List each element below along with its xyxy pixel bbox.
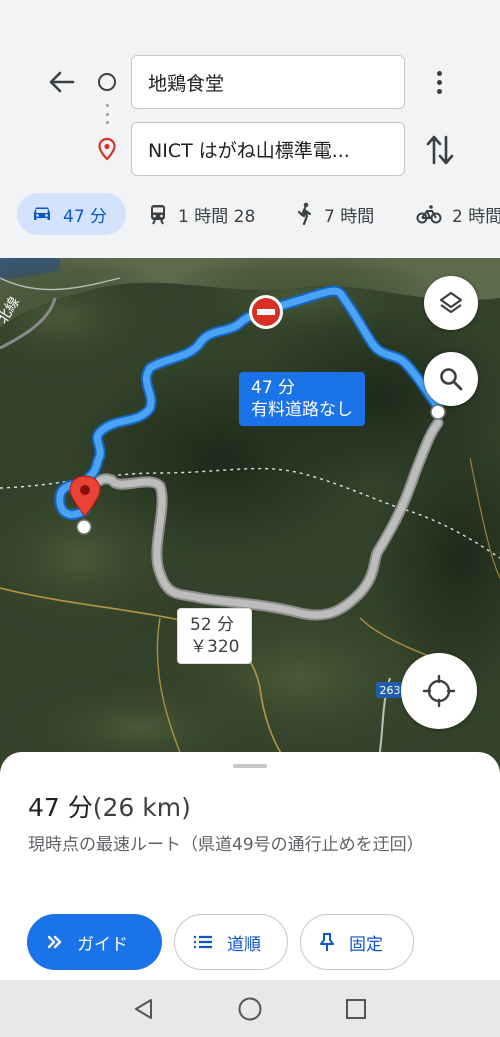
route-details-sheet: 47 分(26 km) 現時点の最速ルート（県道49号の通行止めを迂回） ガイド… — [0, 752, 500, 980]
sheet-drag-handle[interactable] — [233, 764, 267, 768]
crosshair-icon — [422, 674, 456, 708]
origin-input[interactable]: 地鶏食堂 — [131, 55, 405, 109]
double-chevron-icon — [47, 935, 62, 949]
bicycle-icon — [416, 205, 442, 224]
nav-back-icon[interactable] — [130, 996, 156, 1022]
walk-icon — [297, 202, 312, 226]
route-callout-time: 47 分 — [251, 378, 296, 398]
route-callout-note: 有料道路なし — [251, 400, 353, 420]
route-callout-primary[interactable]: 47 分 有料道路なし — [239, 372, 365, 426]
road-closure-icon[interactable] — [249, 295, 283, 329]
pushpin-icon — [320, 933, 334, 951]
search-icon — [440, 368, 463, 391]
route-distance: (26 km) — [92, 793, 191, 822]
route-duration: 47 分 — [28, 793, 93, 822]
guide-button[interactable]: ガイド — [27, 914, 162, 970]
tab-walk-label: 7 時間 — [324, 206, 375, 227]
directions-panel: 地鶏食堂 NICT はがね山標準電... 47 分 1 時間 28 7 時間 2… — [0, 0, 500, 258]
steps-button[interactable]: 道順 — [174, 914, 288, 970]
route-description: 現時点の最速ルート（県道49号の通行止めを迂回） — [28, 835, 424, 855]
train-icon — [151, 205, 165, 225]
system-navigation-bar — [0, 980, 500, 1037]
pin-button-label: 固定 — [349, 934, 383, 955]
alt-callout-time: 52 分 — [190, 615, 235, 635]
car-icon — [34, 207, 50, 220]
route-connector-dots — [104, 104, 110, 124]
tab-bike[interactable]: 2 時間 — [416, 193, 500, 235]
tab-walk[interactable]: 7 時間 — [296, 193, 374, 235]
satellite-map[interactable]: 北線 47 分 有料道路なし 52 分 ￥320 263 — [0, 258, 500, 778]
pin-button[interactable]: 固定 — [300, 914, 414, 970]
route-actions: ガイド 道順 固定 — [27, 914, 487, 970]
nav-recents-icon[interactable] — [343, 996, 369, 1022]
list-icon — [194, 935, 212, 949]
destination-pin-icon — [96, 137, 118, 161]
tab-drive-label: 47 分 — [63, 206, 108, 227]
tab-bike-label: 2 時間 — [452, 206, 500, 227]
alt-callout-toll: ￥320 — [190, 637, 240, 657]
route-summary: 47 分(26 km) — [28, 788, 191, 824]
tab-drive[interactable]: 47 分 — [17, 193, 126, 235]
route-callout-alternative[interactable]: 52 分 ￥320 — [177, 608, 253, 664]
layers-button[interactable] — [424, 276, 478, 330]
search-along-route-button[interactable] — [424, 352, 478, 406]
my-location-button[interactable] — [401, 653, 477, 729]
origin-marker — [430, 404, 446, 420]
guide-button-label: ガイド — [77, 934, 128, 955]
nav-home-icon[interactable] — [237, 996, 263, 1022]
origin-circle-icon — [98, 73, 116, 91]
destination-input[interactable]: NICT はがね山標準電... — [131, 122, 405, 176]
tab-transit-label: 1 時間 28 — [178, 206, 256, 227]
tab-transit[interactable]: 1 時間 28 — [148, 193, 255, 235]
layers-icon — [439, 291, 463, 314]
more-options-icon[interactable] — [422, 64, 456, 100]
road-number-badge: 263 — [376, 682, 404, 698]
steps-button-label: 道順 — [227, 934, 261, 955]
swap-directions-icon[interactable] — [420, 128, 460, 172]
back-arrow-icon[interactable] — [44, 64, 80, 100]
travel-mode-tabs: 47 分 1 時間 28 7 時間 2 時間 — [0, 190, 500, 240]
